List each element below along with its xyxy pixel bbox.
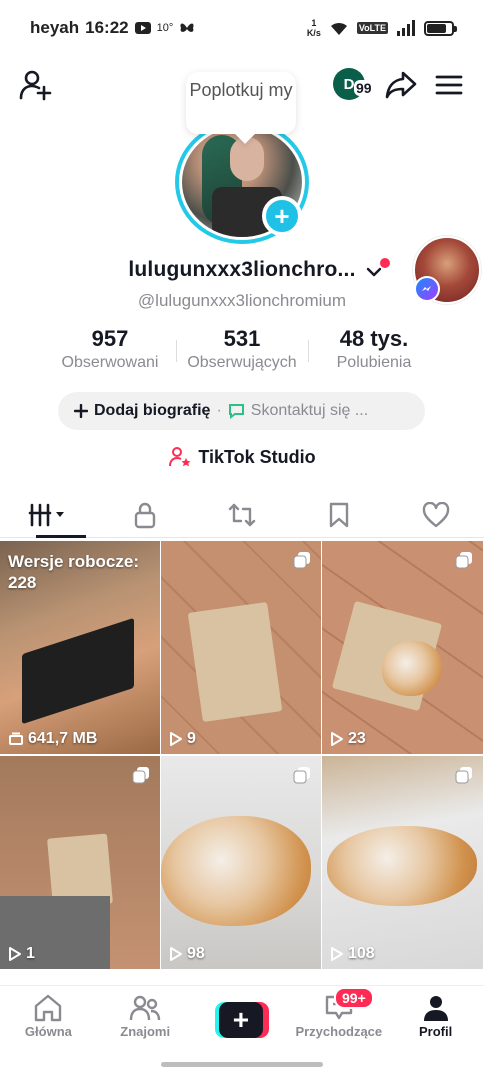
tab-private[interactable]: [97, 492, 194, 537]
clock: 16:22: [85, 18, 129, 37]
view-count: 9: [169, 730, 196, 748]
stat-following[interactable]: 957 Obserwowani: [44, 326, 176, 378]
create-button[interactable]: +: [214, 1002, 269, 1038]
share-profile-button[interactable]: [382, 66, 420, 104]
tab-saved[interactable]: [290, 492, 387, 537]
view-count: 98: [169, 945, 205, 963]
view-count: 108: [330, 945, 375, 963]
bookmark-icon: [329, 502, 348, 527]
drafts-size: 641,7 MB: [8, 730, 97, 748]
view-count: 23: [330, 730, 366, 748]
thumbnail: [161, 541, 321, 754]
add-user-icon: [19, 70, 52, 101]
carrier: heyah: [30, 18, 80, 37]
play-icon: [331, 947, 343, 961]
friends-icon: [129, 995, 161, 1021]
wifi-icon: [330, 22, 347, 35]
hamburger-icon: [435, 75, 463, 95]
notification-dot: [380, 258, 390, 268]
video-tile[interactable]: 1: [0, 756, 161, 969]
nav-create[interactable]: +: [194, 986, 291, 1051]
home-indicator[interactable]: [161, 1062, 323, 1067]
photo-carousel-icon: [293, 552, 310, 569]
play-icon: [9, 947, 21, 961]
thumbnail: [322, 756, 483, 969]
thumbnail: [0, 756, 160, 969]
bottom-navigation: Główna Znajomi + Przychodzące Profil: [0, 985, 484, 1051]
stat-likes[interactable]: 48 tys. Polubienia: [308, 326, 440, 378]
storage-icon: [9, 732, 23, 745]
photo-carousel-icon: [455, 552, 472, 569]
nav-home[interactable]: Główna: [0, 986, 97, 1051]
butterfly-icon: [180, 23, 194, 32]
nav-profile[interactable]: Profil: [387, 986, 484, 1051]
stat-followers[interactable]: 531 Obserwujących: [176, 326, 308, 378]
add-bio-button[interactable]: Dodaj biografię: [74, 402, 210, 420]
plus-icon: +: [218, 1002, 263, 1038]
photo-carousel-icon: [455, 767, 472, 784]
thumbnail: [322, 541, 483, 754]
bio-actions: Dodaj biografię · Skontaktuj się ...: [58, 392, 425, 430]
photo-carousel-icon: [293, 767, 310, 784]
inbox-badge: 99+: [334, 987, 374, 1009]
home-icon: [35, 994, 62, 1022]
account-badge: 99: [354, 80, 374, 96]
drafts-tile[interactable]: Wersje robocze: 228 641,7 MB: [0, 541, 161, 754]
add-story-button[interactable]: +: [262, 196, 302, 236]
share-icon: [385, 71, 417, 99]
play-icon: [170, 732, 182, 746]
separator: ·: [216, 402, 222, 419]
profile-stats: 957 Obserwowani 531 Obserwujących 48 tys…: [44, 326, 440, 378]
display-name[interactable]: lulugunxxx3lionchro...: [128, 258, 355, 282]
lock-icon: [134, 502, 156, 528]
chat-icon: [228, 404, 244, 419]
play-icon: [331, 732, 343, 746]
signal-icon: [397, 20, 415, 36]
profile-icon: [423, 996, 448, 1021]
tab-videos[interactable]: [0, 492, 97, 538]
battery-icon: [424, 20, 457, 36]
content-tabs: [0, 492, 484, 538]
username-handle: @lulugunxxx3lionchromium: [137, 291, 347, 310]
display-name-row: lulugunxxx3lionchro...: [0, 258, 484, 282]
video-tile[interactable]: 108: [322, 756, 484, 969]
thumbnail: [161, 756, 321, 969]
network-speed: 1 K/s: [306, 18, 321, 38]
contact-button[interactable]: Skontaktuj się ...: [228, 402, 368, 420]
repost-icon: [228, 503, 256, 526]
volte-badge: VoLTE: [356, 22, 388, 34]
heart-icon: [422, 501, 449, 527]
video-tile[interactable]: 23: [322, 541, 484, 754]
video-tile[interactable]: 9: [161, 541, 322, 754]
status-right: 1 K/s VoLTE: [306, 18, 457, 38]
status-left: heyah 16:22 10°: [30, 18, 195, 38]
photo-carousel-icon: [132, 767, 149, 784]
add-friend-button[interactable]: [16, 66, 54, 104]
tab-liked[interactable]: [387, 492, 484, 537]
drafts-label: Wersje robocze: 228: [8, 552, 140, 592]
temperature: 10°: [156, 22, 174, 34]
view-count: 1: [8, 945, 35, 963]
note-bubble[interactable]: Poplotkuj my: [186, 72, 296, 134]
plus-icon: [74, 404, 88, 418]
tab-reposts[interactable]: [194, 492, 291, 537]
play-icon: [170, 947, 182, 961]
status-bar: heyah 16:22 10° 1 K/s VoLTE: [0, 0, 484, 56]
youtube-icon: [134, 22, 151, 34]
video-tile[interactable]: 98: [161, 756, 322, 969]
tiktok-studio-link[interactable]: TikTok Studio: [0, 446, 484, 468]
menu-button[interactable]: [430, 66, 468, 104]
nav-friends[interactable]: Znajomi: [97, 986, 194, 1051]
grid-videos-icon: [29, 503, 65, 526]
user-star-icon: [169, 447, 191, 467]
video-grid: Wersje robocze: 228 641,7 MB 9 23 1 98 1…: [0, 541, 484, 969]
